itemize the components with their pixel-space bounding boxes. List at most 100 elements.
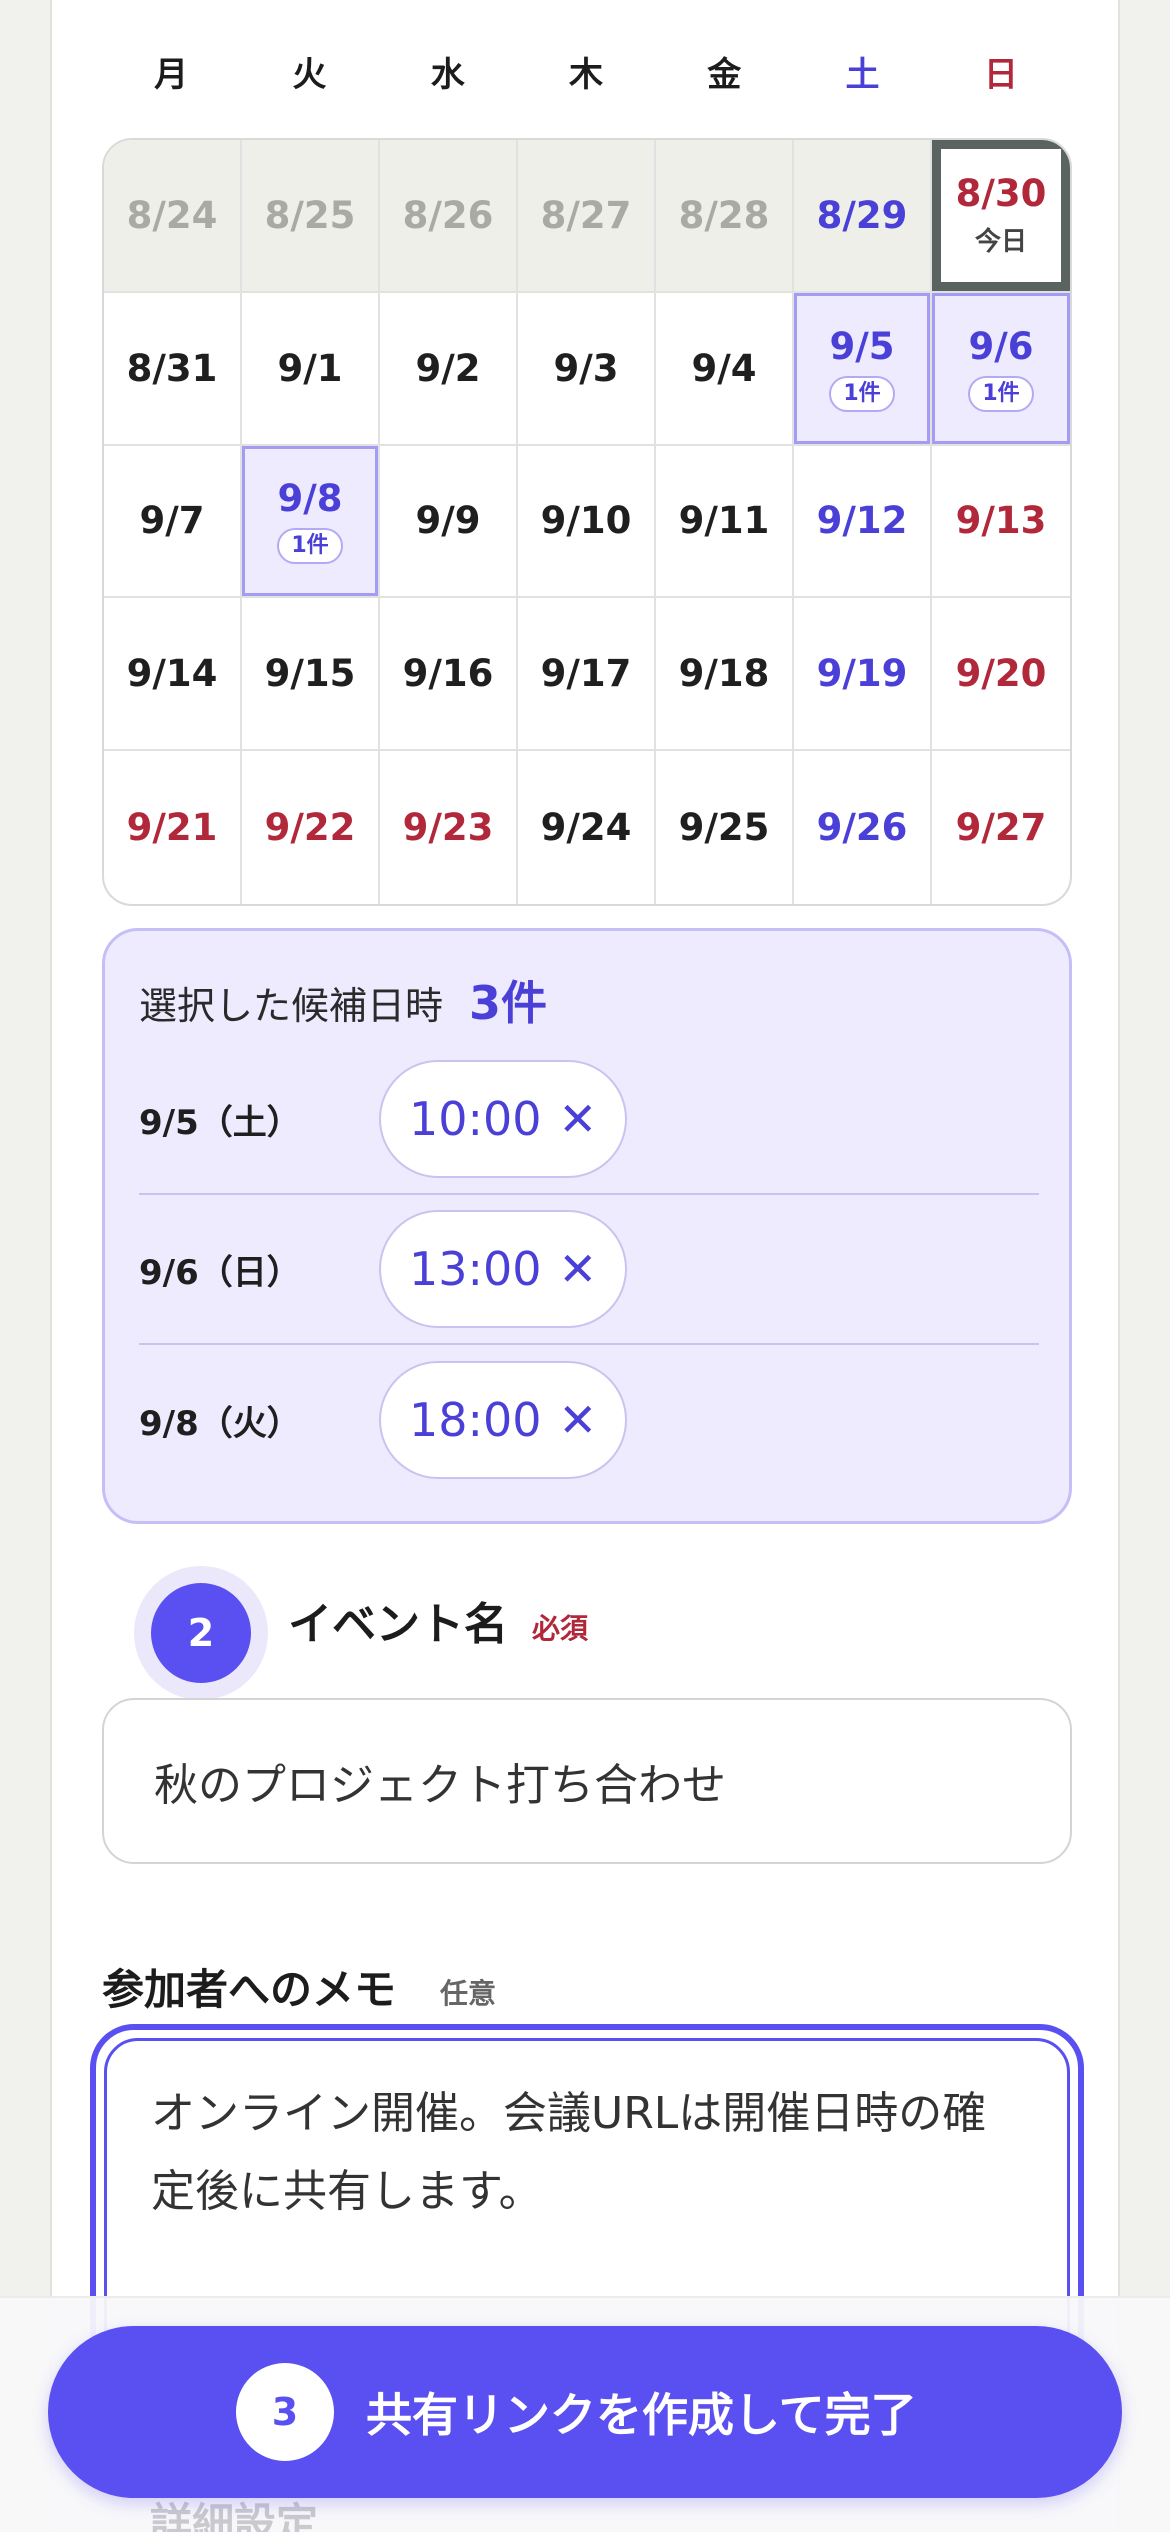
day-number: 9/11 xyxy=(678,499,770,543)
calendar-day-selected[interactable]: 9/6 1件 xyxy=(932,292,1070,446)
calendar-day[interactable]: 9/11 xyxy=(656,445,794,599)
selection-count-badge: 1件 xyxy=(277,528,343,565)
calendar-day[interactable]: 8/31 xyxy=(104,292,242,446)
calendar-day[interactable]: 9/17 xyxy=(518,598,656,752)
slot-row: 9/6（日） 13:00 ✕ xyxy=(139,1195,1039,1345)
day-number: 8/24 xyxy=(126,193,218,237)
event-name-label: イベント名 xyxy=(288,1599,508,1650)
day-number: 9/13 xyxy=(955,499,1047,543)
day-number: 9/16 xyxy=(402,652,494,696)
optional-badge: 任意 xyxy=(440,1977,497,2010)
slot-date: 9/5（土） xyxy=(139,1102,301,1143)
weekday-header: 月 火 水 木 金 土 日 xyxy=(102,50,1070,100)
calendar-day-today[interactable]: 8/30 今日 xyxy=(932,140,1070,293)
calendar-day: 8/27 xyxy=(518,140,656,293)
day-number: 8/26 xyxy=(402,193,494,237)
weekday-mon: 月 xyxy=(154,55,189,95)
close-icon[interactable]: ✕ xyxy=(558,1096,597,1142)
day-number: 9/22 xyxy=(264,806,356,850)
time-chip[interactable]: 10:00 ✕ xyxy=(379,1060,627,1178)
slot-row: 9/5（土） 10:00 ✕ xyxy=(139,1045,1039,1195)
day-number: 9/17 xyxy=(540,652,632,696)
create-share-link-button[interactable]: 3 共有リンクを作成して完了 xyxy=(48,2326,1122,2498)
slot-time: 18:00 xyxy=(409,1393,542,1447)
calendar-day: 8/25 xyxy=(242,140,380,293)
slot-time: 10:00 xyxy=(409,1092,542,1146)
day-number: 8/29 xyxy=(816,193,908,237)
day-number: 9/6 xyxy=(968,324,1034,368)
day-number: 9/1 xyxy=(277,346,343,390)
weekday-fri: 金 xyxy=(707,55,742,95)
day-number: 9/8 xyxy=(277,477,343,521)
page-container: 月 火 水 木 金 土 日 8/24 8/25 8/26 8/27 8/28 8… xyxy=(50,0,1120,2532)
calendar-grid: 8/24 8/25 8/26 8/27 8/28 8/29 8/30 今日 8/3… xyxy=(102,138,1072,906)
day-number: 9/20 xyxy=(955,652,1047,696)
close-icon[interactable]: ✕ xyxy=(558,1246,597,1292)
calendar-day[interactable]: 9/15 xyxy=(242,598,380,752)
calendar-day[interactable]: 9/20 xyxy=(932,598,1070,752)
calendar-day[interactable]: 9/13 xyxy=(932,446,1070,599)
create-share-link-label: 共有リンクを作成して完了 xyxy=(366,2388,917,2442)
day-number: 9/26 xyxy=(816,806,908,850)
weekday-sat: 土 xyxy=(845,55,880,95)
today-label: 今日 xyxy=(974,227,1027,258)
calendar-day[interactable]: 9/16 xyxy=(380,598,518,752)
day-number: 9/27 xyxy=(955,806,1047,850)
step-number: 2 xyxy=(151,1583,251,1683)
calendar-day[interactable]: 9/18 xyxy=(656,598,794,752)
selection-count-badge: 1件 xyxy=(829,375,895,412)
day-number: 8/25 xyxy=(264,193,356,237)
calendar-day[interactable]: 9/27 xyxy=(932,751,1070,904)
calendar-day[interactable]: 9/1 xyxy=(242,292,380,446)
calendar-day[interactable]: 9/3 xyxy=(518,292,656,446)
event-name-input[interactable]: 秋のプロジェクト打ち合わせ xyxy=(102,1698,1072,1864)
calendar-day[interactable]: 8/29 xyxy=(794,140,932,293)
day-number: 9/15 xyxy=(264,652,356,696)
calendar-day[interactable]: 9/4 xyxy=(656,292,794,446)
calendar-day[interactable]: 9/22 xyxy=(242,751,380,904)
calendar-day: 8/24 xyxy=(104,140,242,293)
day-number: 9/25 xyxy=(678,806,770,850)
calendar-day[interactable]: 9/7 xyxy=(104,445,242,599)
slot-time: 13:00 xyxy=(409,1242,542,1296)
calendar-day[interactable]: 9/21 xyxy=(104,751,242,904)
calendar-day-selected[interactable]: 9/8 1件 xyxy=(242,445,380,599)
day-number: 9/7 xyxy=(139,499,205,543)
close-icon[interactable]: ✕ xyxy=(558,1397,597,1443)
memo-label: 参加者へのメモ xyxy=(102,1965,397,2014)
calendar-day[interactable]: 9/23 xyxy=(380,751,518,904)
selected-slots-title: 選択した候補日時 xyxy=(139,984,444,1028)
day-number: 9/3 xyxy=(553,346,619,390)
time-chip[interactable]: 18:00 ✕ xyxy=(379,1361,627,1479)
weekday-thu: 木 xyxy=(568,55,603,95)
day-number: 8/27 xyxy=(540,193,632,237)
weekday-sun: 日 xyxy=(983,55,1018,95)
calendar-day[interactable]: 9/25 xyxy=(656,751,794,904)
slot-date: 9/8（火） xyxy=(139,1403,301,1444)
calendar-day[interactable]: 9/9 xyxy=(380,445,518,599)
slot-row: 9/8（火） 18:00 ✕ xyxy=(139,1345,1039,1495)
selected-slots-header: 選択した候補日時 3件 xyxy=(139,967,547,1033)
day-number: 8/28 xyxy=(678,193,770,237)
calendar-day[interactable]: 9/26 xyxy=(794,751,932,904)
calendar-day[interactable]: 9/2 xyxy=(380,292,518,446)
calendar-day[interactable]: 9/12 xyxy=(794,445,932,599)
selection-count-badge: 1件 xyxy=(968,375,1034,412)
calendar-day[interactable]: 9/10 xyxy=(518,445,656,599)
calendar-day[interactable]: 9/14 xyxy=(104,598,242,752)
time-chip[interactable]: 13:00 ✕ xyxy=(379,1210,627,1328)
day-number: 9/18 xyxy=(678,652,770,696)
day-number: 9/4 xyxy=(691,346,757,390)
day-number: 9/21 xyxy=(126,806,218,850)
calendar-day[interactable]: 9/24 xyxy=(518,751,656,904)
calendar-day-selected[interactable]: 9/5 1件 xyxy=(794,292,932,446)
day-number: 9/14 xyxy=(126,652,218,696)
day-number: 9/24 xyxy=(540,806,632,850)
calendar-day[interactable]: 9/19 xyxy=(794,598,932,752)
selected-slots-count: 3件 xyxy=(469,976,548,1030)
day-number: 9/19 xyxy=(816,652,908,696)
selected-slots-panel: 選択した候補日時 3件 9/5（土） 10:00 ✕ 9/6（日） 13:00 … xyxy=(102,928,1072,1524)
weekday-wed: 水 xyxy=(430,55,465,95)
weekday-tue: 火 xyxy=(292,55,327,95)
day-number: 8/31 xyxy=(126,346,218,390)
